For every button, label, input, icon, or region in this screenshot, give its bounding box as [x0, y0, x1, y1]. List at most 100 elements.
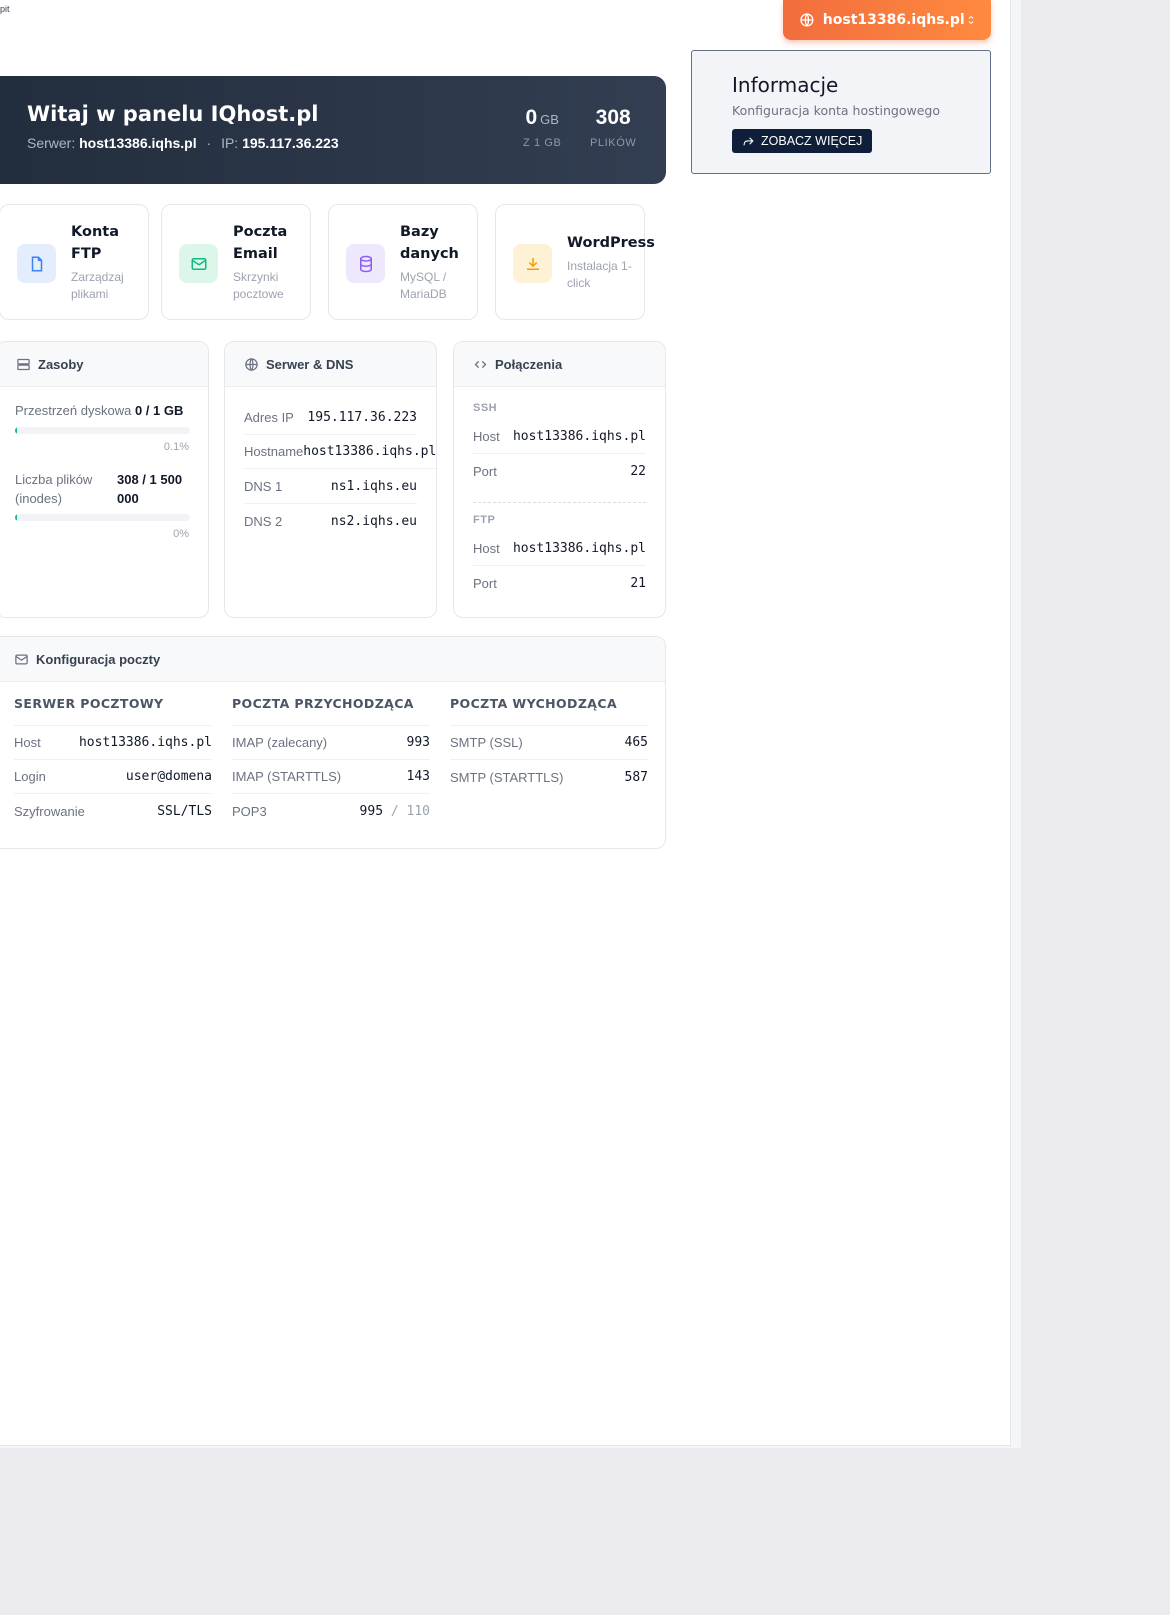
quick-databases[interactable]: Bazy danych MySQL / MariaDB: [328, 204, 478, 320]
see-more-button[interactable]: ZOBACZ WIĘCEJ: [732, 129, 873, 153]
separator: ·: [206, 135, 212, 151]
dashboard-page: pit host13386.iqhs.pl Witaj w panelu IQh…: [0, 0, 1011, 1446]
info-title: Informacje: [732, 73, 839, 97]
dns-row-key: DNS 1: [244, 479, 283, 494]
dns-row-key: DNS 2: [244, 513, 283, 529]
mail-row-alt-value: / 110: [390, 803, 430, 819]
quick-title: Bazy danych: [400, 224, 459, 262]
mail-incoming-row: POP3 995 / 110: [232, 794, 430, 828]
app-frame: pit host13386.iqhs.pl Witaj w panelu IQh…: [0, 0, 1021, 1448]
mail-row-value: 995: [359, 803, 384, 819]
mail-row-value: host13386.iqhs.pl: [78, 735, 212, 750]
mail-outgoing-heading: POCZTA WYCHODZĄCA: [450, 682, 648, 726]
database-icon: [359, 255, 372, 272]
disk-usage-label: Przestrzeń dyskowa: [15, 403, 132, 418]
mail-config-title: Konfiguracja poczty: [36, 651, 161, 667]
mail-row-key: Host: [14, 735, 41, 750]
quick-title: WordPress: [567, 235, 655, 251]
mail-row-value: 993: [406, 735, 430, 750]
mail-row-key: Szyfrowanie: [14, 803, 85, 819]
mail-icon: [191, 257, 206, 270]
mail-row-key: POP3: [232, 803, 267, 819]
mail-server-row: Szyfrowanie SSL/TLS: [14, 794, 212, 828]
dns-row-value: host13386.iqhs.pl: [303, 444, 437, 459]
ftp-port-value: 21: [630, 575, 646, 591]
dns-row-value: ns2.iqhs.eu: [330, 513, 417, 529]
resources-title: Zasoby: [38, 356, 84, 372]
files-caption: PLIKÓW: [590, 137, 637, 149]
quick-subtitle: Zarządzaj plikami: [71, 270, 124, 301]
ssh-port-row: Port 22: [473, 454, 646, 488]
ssh-host-row: Host host13386.iqhs.pl: [473, 420, 646, 454]
host-selector-label: host13386.iqhs.pl: [822, 12, 965, 28]
see-more-label: ZOBACZ WIĘCEJ: [761, 134, 863, 148]
mail-server-heading: SERWER POCZTOWY: [14, 682, 212, 726]
info-subtitle: Konfiguracja konta hostingowego: [732, 103, 941, 118]
page-title: Witaj w panelu IQhost.pl: [27, 102, 319, 126]
dns-row-value: ns1.iqhs.eu: [330, 479, 417, 494]
inodes-amount: 308 / 1 500 000: [117, 472, 183, 506]
disk-usage-value: 0: [525, 106, 538, 129]
mail-incoming-row: IMAP (zalecany) 993: [232, 726, 430, 760]
dns-row-key: Hostname: [244, 444, 304, 459]
breadcrumb: pit: [0, 4, 10, 14]
files-value: 308: [595, 106, 631, 129]
quick-subtitle: Skrzynki pocztowe: [233, 270, 284, 301]
ftp-port-row: Port 21: [473, 566, 646, 600]
info-card: Informacje Konfiguracja konta hostingowe…: [691, 50, 991, 174]
ftp-host-value: host13386.iqhs.pl: [512, 541, 646, 556]
disk-usage-bar: [15, 427, 190, 434]
dns-row-value: 195.117.36.223: [307, 410, 417, 425]
disk-usage-fill: [15, 427, 17, 434]
resources-panel: Zasoby Przestrzeń dyskowa 0 / 1 GB 0.1% …: [0, 341, 209, 618]
disk-usage-caption: Z 1 GB: [523, 137, 562, 149]
ssh-host-value: host13386.iqhs.pl: [512, 429, 646, 444]
mail-icon: [15, 654, 28, 664]
mail-config-panel: Konfiguracja poczty SERWER POCZTOWY Host…: [0, 636, 666, 849]
download-icon: [526, 257, 539, 270]
dns-title: Serwer & DNS: [266, 356, 354, 372]
disk-usage-amount: 0 / 1 GB: [134, 403, 184, 418]
connections-panel: Połączenia SSH Host host13386.iqhs.pl Por…: [453, 341, 666, 618]
welcome-banner: Witaj w panelu IQhost.pl Serwer: host133…: [0, 76, 666, 184]
dns-row: DNS 1 ns1.iqhs.eu: [244, 470, 417, 504]
mail-server-row: Login user@domena: [14, 760, 212, 794]
ftp-icon-box: [17, 244, 56, 283]
dns-row: Adres IP 195.117.36.223: [244, 401, 417, 435]
quick-title: Konta FTP: [71, 224, 119, 262]
ssh-section-label: SSH: [473, 402, 498, 414]
mail-row-key: IMAP (zalecany): [232, 735, 328, 750]
ssh-port-value: 22: [630, 463, 646, 479]
quick-wordpress[interactable]: WordPress Instalacja 1-click: [495, 204, 655, 320]
server-stack-icon: [17, 358, 30, 370]
quick-subtitle: Instalacja 1-click: [567, 259, 632, 290]
wordpress-icon-box: [513, 244, 552, 283]
database-icon-box: [346, 244, 385, 283]
mail-outgoing-row: SMTP (STARTTLS) 587: [450, 760, 648, 794]
inodes-percent: 0%: [173, 528, 189, 540]
mail-row-value: 143: [406, 769, 430, 784]
quick-email[interactable]: Poczta Email Skrzynki pocztowe: [161, 204, 311, 320]
mail-server-column: SERWER POCZTOWY Host host13386.iqhs.pl Lo…: [14, 682, 212, 828]
files-stat: 308 PLIKÓW: [590, 106, 636, 149]
dns-row: DNS 2 ns2.iqhs.eu: [244, 504, 417, 538]
dns-row: Hostname host13386.iqhs.pl: [244, 435, 436, 469]
quick-subtitle: MySQL / MariaDB: [400, 270, 447, 301]
quick-title: Poczta Email: [233, 224, 288, 262]
connections-title: Połączenia: [495, 356, 563, 372]
ip-value: 195.117.36.223: [242, 135, 339, 151]
email-icon-box: [179, 244, 218, 283]
mail-incoming-heading: POCZTA PRZYCHODZĄCA: [232, 682, 430, 726]
mail-server-row: Host host13386.iqhs.pl: [14, 726, 212, 760]
ssh-port-key: Port: [473, 463, 497, 479]
server-dns-panel: Serwer & DNS Adres IP 195.117.36.223 Host…: [224, 341, 437, 618]
ssh-host-key: Host: [473, 429, 500, 444]
quick-ftp-accounts[interactable]: Konta FTP Zarządzaj plikami: [0, 204, 149, 320]
host-selector-button[interactable]: host13386.iqhs.pl: [783, 0, 991, 40]
share-arrow-icon: [743, 136, 754, 145]
mail-outgoing-row: SMTP (SSL) 465: [450, 726, 648, 760]
mail-row-value: 465: [624, 735, 648, 750]
inodes-label: Liczba plików (inodes): [15, 472, 93, 506]
mail-row-key: SMTP (STARTTLS): [450, 769, 564, 785]
ftp-section-label: FTP: [473, 514, 496, 526]
